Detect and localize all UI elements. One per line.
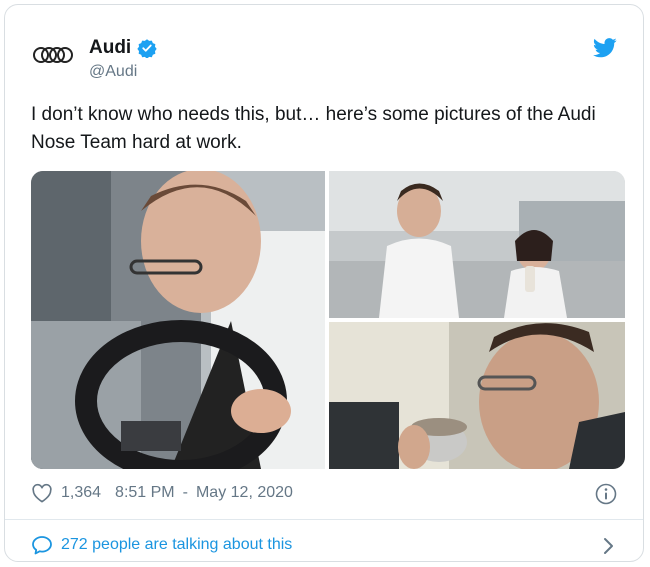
- conversation-link[interactable]: 272 people are talking about this: [31, 535, 292, 555]
- info-icon[interactable]: [595, 483, 617, 505]
- tweet-meta-row: 1,364 8:51 PM - May 12, 2020: [31, 483, 293, 503]
- photo-man-smelling-jar[interactable]: [329, 322, 625, 469]
- verified-badge-icon: [137, 39, 157, 58]
- account-name-row[interactable]: Audi: [89, 37, 157, 59]
- tweet-text: I don’t know who needs this, but… here’s…: [31, 104, 596, 153]
- tweet-media-grid[interactable]: [31, 171, 625, 469]
- meta-separator: -: [182, 484, 188, 501]
- photo-lab-researchers[interactable]: [329, 171, 625, 318]
- tweet-card[interactable]: Audi @Audi I don’t know who needs this, …: [4, 4, 644, 562]
- photo-man-smelling-steering-wheel[interactable]: [31, 171, 325, 469]
- account-name[interactable]: Audi: [89, 37, 131, 59]
- tweet-time[interactable]: 8:51 PM: [115, 484, 175, 502]
- twitter-bird-icon[interactable]: [593, 37, 617, 59]
- like-count[interactable]: 1,364: [61, 484, 101, 502]
- heart-icon[interactable]: [31, 483, 53, 503]
- speech-bubble-icon: [32, 536, 52, 555]
- account-handle[interactable]: @Audi: [89, 63, 137, 81]
- tweet-date[interactable]: May 12, 2020: [196, 484, 293, 502]
- conversation-text[interactable]: 272 people are talking about this: [61, 536, 292, 554]
- divider: [5, 519, 643, 520]
- audi-rings-logo[interactable]: [29, 35, 77, 75]
- chevron-right-icon[interactable]: [601, 537, 615, 555]
